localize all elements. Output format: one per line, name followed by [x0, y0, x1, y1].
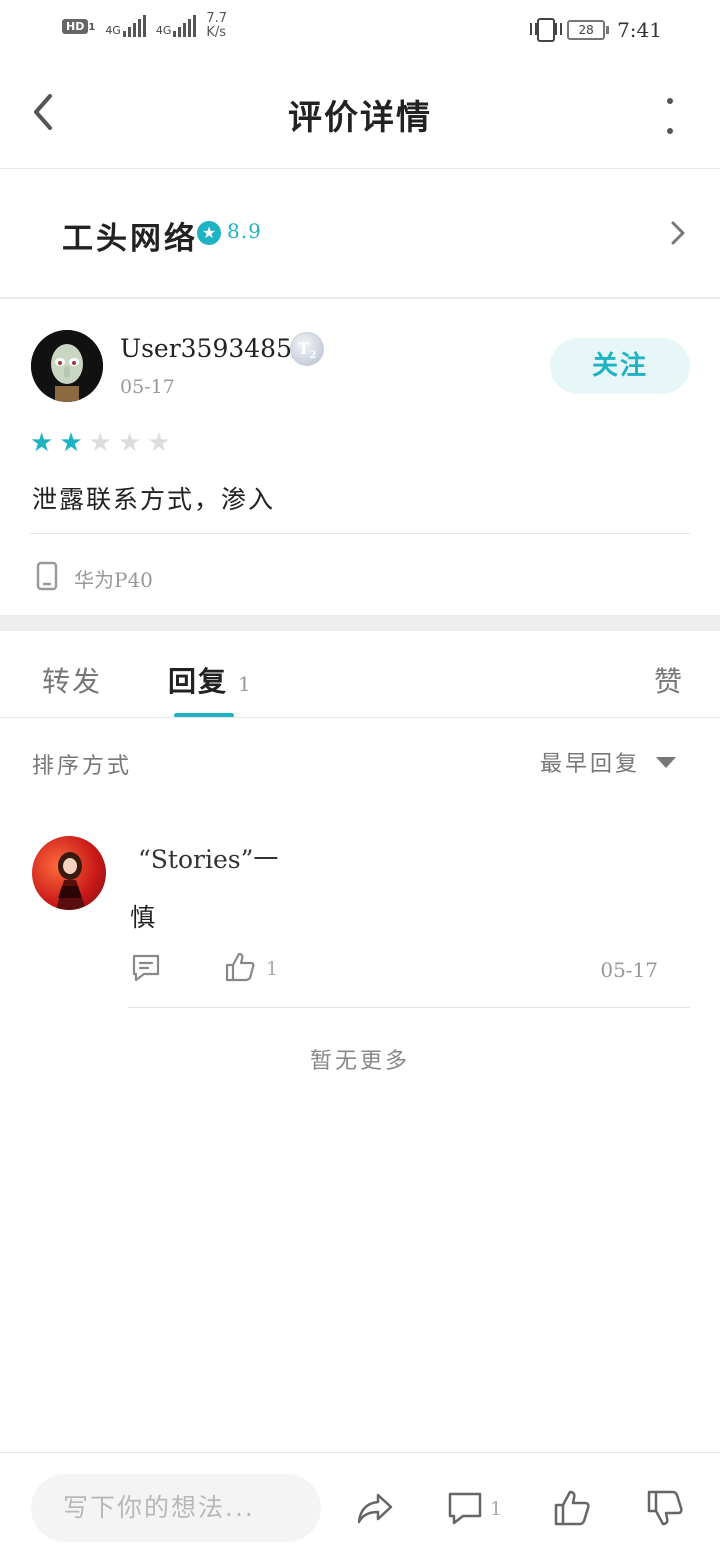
thumbs-down-icon — [647, 1490, 683, 1526]
comment-icon — [448, 1492, 482, 1525]
comment-button[interactable] — [446, 1489, 484, 1527]
comment-count: 1 — [490, 1498, 503, 1520]
comment-icon — [132, 954, 160, 982]
star-icon: ★ — [30, 428, 54, 458]
reply-text: 慎 — [130, 903, 156, 932]
divider — [0, 1452, 720, 1453]
share-button[interactable] — [356, 1489, 394, 1527]
divider — [0, 717, 720, 718]
sort-selected-value: 最早回复 — [539, 752, 640, 777]
status-bar: HD 1 4G 4G 7.7 K/s 28 7:41 — [0, 0, 720, 60]
star-icon: ★ — [88, 428, 112, 458]
app-rating: ★ 8.9 — [197, 219, 262, 245]
avatar-image-icon — [56, 852, 86, 910]
phone-icon — [36, 561, 58, 591]
review-text: 泄露联系方式，渗入 — [32, 485, 276, 514]
rating-stars: ★ ★ ★ ★ ★ — [30, 430, 171, 456]
sort-dropdown[interactable]: 最早回复 — [540, 746, 676, 778]
battery-icon: 28 — [567, 20, 610, 40]
divider — [30, 533, 690, 534]
signal-icon: 4G — [105, 15, 146, 37]
app-name: 工头网络 — [62, 221, 198, 257]
star-icon: ★ — [59, 428, 83, 458]
star-badge-icon: ★ — [197, 221, 221, 245]
thumbs-up-icon — [225, 952, 255, 982]
network-speed: 7.7 K/s — [206, 11, 228, 40]
reply-like-count: 1 — [266, 958, 279, 980]
replier-avatar[interactable] — [32, 836, 106, 910]
star-icon: ★ — [117, 428, 142, 458]
follow-button[interactable]: 关注 — [550, 338, 690, 394]
tab-forward[interactable]: 转发 — [42, 660, 102, 700]
chevron-right-icon — [664, 215, 692, 251]
replier-name[interactable]: “Stories”一 — [138, 840, 278, 876]
vibrate-icon — [530, 18, 563, 42]
signal-icon: 4G — [156, 15, 197, 37]
avatar-image-icon — [31, 330, 103, 402]
reviewer-avatar[interactable] — [31, 330, 103, 402]
thumbs-up-icon — [554, 1490, 590, 1526]
status-right: 28 7:41 — [530, 18, 662, 42]
reply-date: 05-17 — [600, 958, 658, 982]
reply-like-button[interactable] — [224, 951, 256, 983]
more-dot-icon — [667, 128, 673, 134]
share-icon — [357, 1493, 393, 1524]
more-dot-icon — [667, 98, 673, 104]
tab-reply[interactable]: 回复 1 — [168, 660, 253, 700]
top-app-bar: 评价详情 — [0, 60, 720, 169]
like-button[interactable] — [553, 1489, 591, 1527]
user-level-badge: T2 — [290, 332, 324, 366]
reviewer-username[interactable]: User35934854 — [120, 334, 308, 363]
star-icon: ★ — [147, 428, 171, 458]
app-info-row[interactable]: 工头网络 — [0, 169, 720, 299]
sort-label: 排序方式 — [32, 754, 133, 779]
device-name: 华为P40 — [74, 568, 153, 592]
caret-down-icon — [656, 756, 676, 768]
reply-comment-button[interactable] — [130, 953, 162, 983]
comment-input[interactable]: 写下你的想法... — [31, 1474, 321, 1542]
status-left: HD 1 4G 4G 7.7 K/s — [62, 12, 227, 40]
clock: 7:41 — [617, 18, 662, 42]
app-score: 8.9 — [227, 219, 262, 243]
page-title: 评价详情 — [288, 98, 432, 138]
reply-count: 1 — [238, 672, 253, 696]
divider — [128, 1007, 690, 1008]
more-menu-button[interactable] — [664, 98, 676, 134]
dislike-button[interactable] — [646, 1489, 684, 1527]
hd-icon: HD 1 — [62, 18, 95, 34]
review-date: 05-17 — [120, 376, 175, 398]
no-more-text: 暂无更多 — [309, 1049, 410, 1074]
tab-like[interactable]: 赞 — [654, 660, 684, 700]
section-separator — [0, 615, 720, 631]
